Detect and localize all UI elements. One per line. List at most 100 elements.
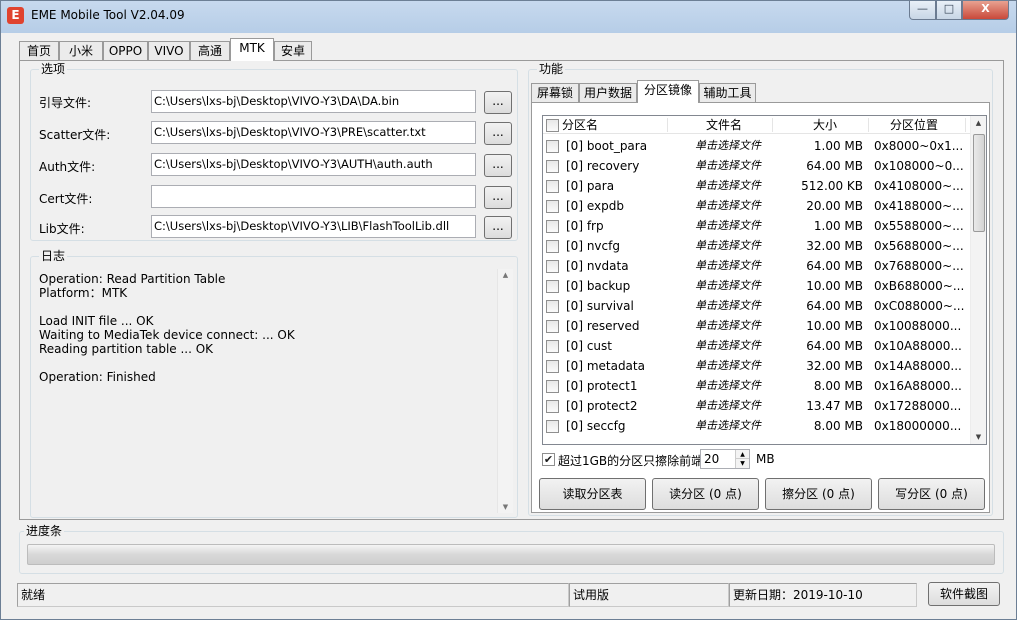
partition-file[interactable]: 单击选择文件 (695, 378, 771, 394)
partition-checkbox[interactable] (546, 280, 559, 293)
tab-mtk[interactable]: MTK (230, 38, 274, 61)
cert-file-input[interactable] (151, 185, 476, 208)
partition-list[interactable]: 分区名 文件名 大小 分区位置 [0] boot_para 单击选择文件 1.00 … (542, 115, 987, 445)
partition-row[interactable]: [0] boot_para 单击选择文件 1.00 MB 0x8000~0x1... (543, 136, 968, 156)
auth-file-input[interactable]: C:\Users\lxs-bj\Desktop\VIVO-Y3\AUTH\aut… (151, 153, 476, 176)
log-text-area[interactable]: Operation: Read Partition Table Platform… (31, 265, 518, 513)
partition-file[interactable]: 单击选择文件 (695, 178, 771, 194)
partition-file[interactable]: 单击选择文件 (695, 158, 771, 174)
minimize-button[interactable]: — (909, 1, 936, 20)
partition-file[interactable]: 单击选择文件 (695, 338, 771, 354)
partition-row[interactable]: [0] cust 单击选择文件 64.00 MB 0x10A88000... (543, 336, 968, 356)
column-header-name[interactable]: 分区名 (562, 117, 598, 133)
scatter-file-browse-button[interactable]: ... (484, 122, 512, 145)
select-all-checkbox[interactable] (546, 119, 559, 132)
partition-checkbox[interactable] (546, 200, 559, 213)
scatter-file-input[interactable]: C:\Users\lxs-bj\Desktop\VIVO-Y3\PRE\scat… (151, 121, 476, 144)
partition-checkbox[interactable] (546, 160, 559, 173)
scroll-up-icon[interactable]: ▲ (498, 271, 513, 279)
partition-checkbox[interactable] (546, 300, 559, 313)
partition-location: 0x18000000... (874, 419, 962, 433)
partition-checkbox[interactable] (546, 340, 559, 353)
write-partition-button[interactable]: 写分区 (0 点) (878, 478, 985, 510)
partition-checkbox[interactable] (546, 420, 559, 433)
partition-checkbox[interactable] (546, 180, 559, 193)
status-update-date: 更新日期：2019-10-10 (729, 583, 917, 607)
tab-screen-lock[interactable]: 屏幕锁 (531, 83, 579, 103)
tab-user-data[interactable]: 用户数据 (579, 83, 637, 103)
maximize-button[interactable]: □ (936, 1, 962, 20)
erase-front-only-checkbox[interactable]: ✔ (542, 453, 555, 466)
options-group: 选项 引导文件: C:\Users\lxs-bj\Desktop\VIVO-Y3… (30, 62, 518, 241)
erase-size-spinner[interactable]: 20 ▲ ▼ (700, 449, 750, 469)
partition-file[interactable]: 单击选择文件 (695, 398, 771, 414)
tab-vivo[interactable]: VIVO (148, 41, 190, 61)
partition-row[interactable]: [0] protect1 单击选择文件 8.00 MB 0x16A88000... (543, 376, 968, 396)
partition-file[interactable]: 单击选择文件 (695, 238, 771, 254)
column-header-file[interactable]: 文件名 (706, 117, 742, 133)
erase-partition-button[interactable]: 擦分区 (0 点) (765, 478, 872, 510)
spin-up-icon[interactable]: ▲ (735, 450, 749, 459)
column-header-size[interactable]: 大小 (813, 117, 837, 133)
partition-row[interactable]: [0] frp 单击选择文件 1.00 MB 0x5588000~... (543, 216, 968, 236)
column-header-location[interactable]: 分区位置 (890, 117, 938, 133)
partition-row[interactable]: [0] protect2 单击选择文件 13.47 MB 0x17288000... (543, 396, 968, 416)
partition-checkbox[interactable] (546, 220, 559, 233)
partition-list-header: 分区名 文件名 大小 分区位置 (543, 116, 986, 134)
partition-row[interactable]: [0] metadata 单击选择文件 32.00 MB 0x14A88000... (543, 356, 968, 376)
read-partition-button[interactable]: 读分区 (0 点) (652, 478, 759, 510)
partition-file[interactable]: 单击选择文件 (695, 358, 771, 374)
partition-file[interactable]: 单击选择文件 (695, 278, 771, 294)
scroll-thumb[interactable] (973, 134, 985, 232)
tab-oppo[interactable]: OPPO (103, 41, 148, 61)
boot-file-input[interactable]: C:\Users\lxs-bj\Desktop\VIVO-Y3\DA\DA.bi… (151, 90, 476, 113)
partition-file[interactable]: 单击选择文件 (695, 418, 771, 434)
partition-file[interactable]: 单击选择文件 (695, 318, 771, 334)
scroll-down-icon[interactable]: ▼ (971, 433, 986, 441)
partition-checkbox[interactable] (546, 400, 559, 413)
partition-row[interactable]: [0] survival 单击选择文件 64.00 MB 0xC088000~... (543, 296, 968, 316)
cert-file-browse-button[interactable]: ... (484, 186, 512, 209)
partition-checkbox[interactable] (546, 360, 559, 373)
partition-row[interactable]: [0] seccfg 单击选择文件 8.00 MB 0x18000000... (543, 416, 968, 436)
partition-checkbox[interactable] (546, 260, 559, 273)
partition-file[interactable]: 单击选择文件 (695, 138, 771, 154)
screenshot-button[interactable]: 软件截图 (928, 582, 1000, 606)
lib-file-input[interactable]: C:\Users\lxs-bj\Desktop\VIVO-Y3\LIB\Flas… (151, 215, 476, 238)
partition-checkbox[interactable] (546, 140, 559, 153)
auth-file-browse-button[interactable]: ... (484, 154, 512, 177)
lib-file-browse-button[interactable]: ... (484, 216, 512, 239)
tab-qualcomm[interactable]: 高通 (190, 41, 230, 61)
partition-file[interactable]: 单击选择文件 (695, 258, 771, 274)
partition-file[interactable]: 单击选择文件 (695, 198, 771, 214)
app-logo-icon: E (7, 7, 24, 24)
read-partition-table-button[interactable]: 读取分区表 (539, 478, 646, 510)
auth-file-label: Auth文件: (39, 160, 96, 174)
log-scrollbar[interactable]: ▲ ▼ (497, 269, 513, 513)
close-button[interactable]: X (962, 1, 1009, 20)
partition-row[interactable]: [0] backup 单击选择文件 10.00 MB 0xB688000~... (543, 276, 968, 296)
tab-xiaomi[interactable]: 小米 (59, 41, 103, 61)
partition-row[interactable]: [0] nvcfg 单击选择文件 32.00 MB 0x5688000~... (543, 236, 968, 256)
tab-aux-tools[interactable]: 辅助工具 (699, 83, 756, 103)
tab-partition-image[interactable]: 分区镜像 (637, 80, 699, 103)
partition-row[interactable]: [0] expdb 单击选择文件 20.00 MB 0x4188000~... (543, 196, 968, 216)
tab-android[interactable]: 安卓 (274, 41, 312, 61)
partition-row[interactable]: [0] nvdata 单击选择文件 64.00 MB 0x7688000~... (543, 256, 968, 276)
scroll-up-icon[interactable]: ▲ (971, 119, 986, 127)
partition-name: [0] protect1 (566, 379, 638, 393)
partition-checkbox[interactable] (546, 380, 559, 393)
boot-file-browse-button[interactable]: ... (484, 91, 512, 114)
partition-row[interactable]: [0] reserved 单击选择文件 10.00 MB 0x10088000... (543, 316, 968, 336)
scroll-down-icon[interactable]: ▼ (498, 503, 513, 511)
partition-file[interactable]: 单击选择文件 (695, 298, 771, 314)
partition-checkbox[interactable] (546, 240, 559, 253)
partition-list-scrollbar[interactable]: ▲ ▼ (970, 116, 986, 444)
partition-file[interactable]: 单击选择文件 (695, 218, 771, 234)
partition-row[interactable]: [0] para 单击选择文件 512.00 KB 0x4108000~... (543, 176, 968, 196)
spin-down-icon[interactable]: ▼ (735, 459, 749, 468)
partition-checkbox[interactable] (546, 320, 559, 333)
partition-row[interactable]: [0] recovery 单击选择文件 64.00 MB 0x108000~0... (543, 156, 968, 176)
tab-home[interactable]: 首页 (19, 41, 59, 61)
title-bar[interactable]: E EME Mobile Tool V2.04.09 — □ X (1, 1, 1016, 33)
